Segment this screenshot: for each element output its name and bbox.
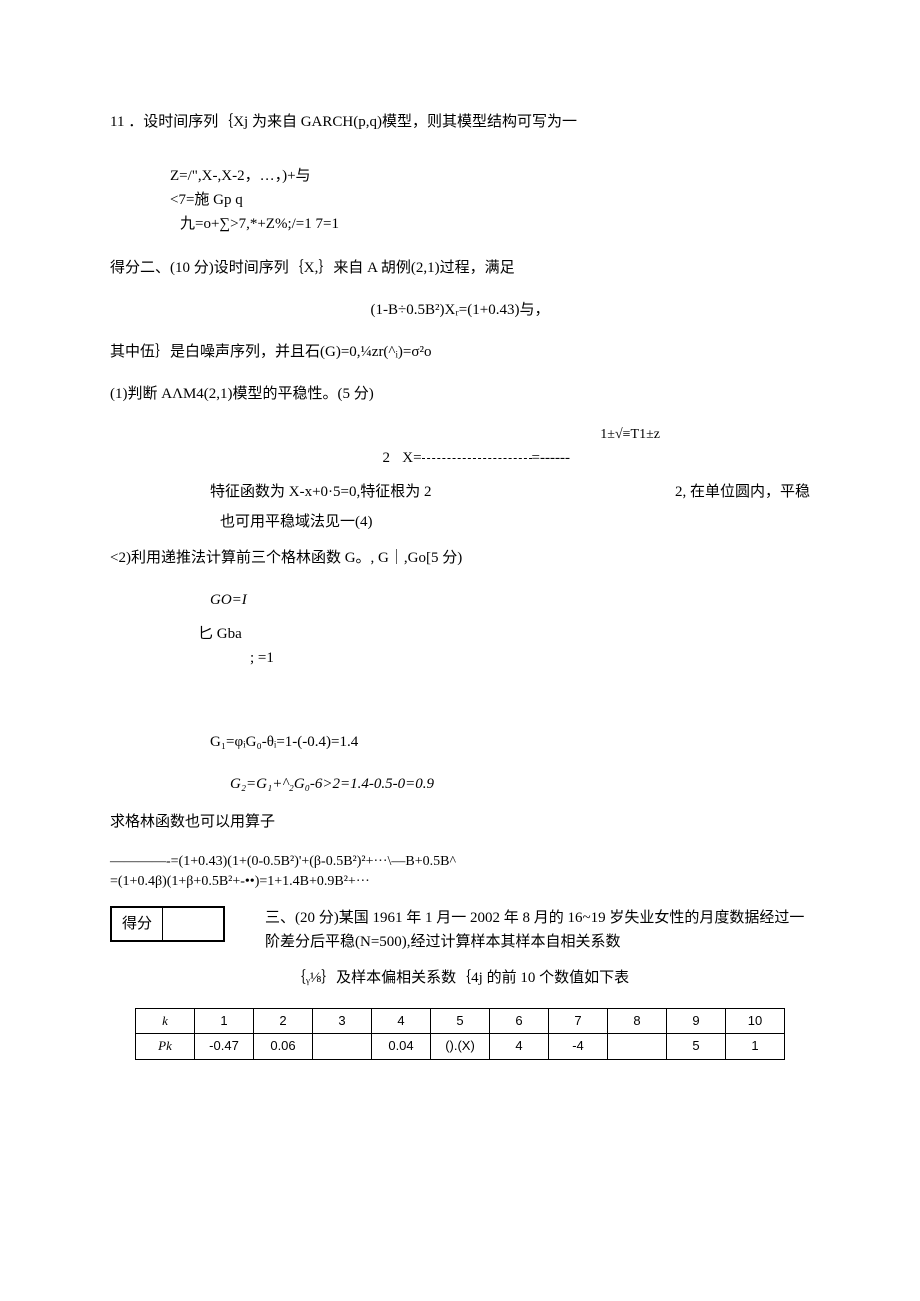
cell-8 <box>608 1034 667 1060</box>
g2-line: G₂=G₁+^₂G₀-6>2=1.4-0.5-0=0.9 <box>230 772 810 796</box>
question-3-text2: ｛ᵧ⅛｝及样本偏相关系数｛4j 的前 10 个数值如下表 <box>110 966 810 990</box>
cell-10: 1 <box>726 1034 785 1060</box>
table-data-row: Pk -0.47 0.06 0.04 ().(X) 4 -4 5 1 <box>136 1034 785 1060</box>
operator-line1: ————-=(1+0.43)(1+(0-0.5B²)'+(β-0.5B²)²+·… <box>110 852 810 872</box>
th-5: 5 <box>431 1008 490 1034</box>
char-right: 2, 在单位圆内，平稳 <box>675 480 810 504</box>
g1-line: G₁=φᵢG₀-θᵢ=1-(-0.4)=1.4 <box>210 730 810 754</box>
th-1: 1 <box>195 1008 254 1034</box>
char-left: 特征函数为 X-x+0·5=0,特征根为 2 <box>210 480 432 504</box>
frac-line-1 <box>422 458 532 459</box>
th-k: k <box>136 1008 195 1034</box>
cell-1: -0.47 <box>195 1034 254 1060</box>
char-note: 也可用平稳域法见一(4) <box>220 510 810 534</box>
th-4: 4 <box>372 1008 431 1034</box>
cell-4: 0.04 <box>372 1034 431 1060</box>
char-top: 1±√≡T1±z <box>210 424 810 446</box>
geq1-line: ; =1 <box>250 646 810 670</box>
char-x-prefix: X= <box>402 450 421 466</box>
table-header-row: k 1 2 3 4 5 6 7 8 9 10 <box>136 1008 785 1034</box>
coefficient-table: k 1 2 3 4 5 6 7 8 9 10 Pk -0.47 0.06 0.0… <box>135 1008 785 1061</box>
q11-line1: Z=/",X-,X-2，…，)+与 <box>170 164 810 188</box>
score-label: 得分 <box>112 907 163 940</box>
th-8: 8 <box>608 1008 667 1034</box>
g0-line: GO=I <box>210 588 810 612</box>
char-num2: 2 <box>210 446 390 470</box>
q11-line2: <7=施 Gp q <box>170 188 810 212</box>
char-eq-sign: = <box>532 450 540 466</box>
question-2-part2: <2)利用递推法计算前三个格林函数 G。, G｜,Go[5 分) <box>110 546 810 570</box>
th-3: 3 <box>313 1008 372 1034</box>
gba-line: 匕 Gba <box>198 622 810 646</box>
cell-5: ().(X) <box>431 1034 490 1060</box>
question-11-prompt: 11 ．设时间序列｛Xj 为来自 GARCH(p,q)模型，则其模型结构可写为一 <box>110 110 810 134</box>
cell-9: 5 <box>667 1034 726 1060</box>
cell-7: -4 <box>549 1034 608 1060</box>
question-2-intro: 得分二、(10 分)设时间序列｛X,｝来自 A 胡例(2,1)过程，满足 <box>110 256 810 280</box>
th-10: 10 <box>726 1008 785 1034</box>
cell-3 <box>313 1034 372 1060</box>
question-2-equation: (1-B÷0.5B²)Xᵣ=(1+0.43)与， <box>110 298 810 322</box>
operator-line2: =(1+0.4β)(1+β+0.5B²+-••)=1+1.4B+0.9B²+··… <box>110 872 810 892</box>
question-2-part1: (1)判断 AΛM4(2,1)模型的平稳性。(5 分) <box>110 382 810 406</box>
question-2-noise: 其中伍｝是白噪声序列，并且石(G)=0,¼zr(^ᵢ)=σ²o <box>110 340 810 364</box>
cell-6: 4 <box>490 1034 549 1060</box>
th-2: 2 <box>254 1008 313 1034</box>
cell-2: 0.06 <box>254 1034 313 1060</box>
q11-line3: 九=o+∑>7,*+Z%;/=1 7=1 <box>180 212 810 236</box>
operator-intro: 求格林函数也可以用算子 <box>110 810 810 834</box>
th-6: 6 <box>490 1008 549 1034</box>
question-3-text1: 三、(20 分)某国 1961 年 1 月一 2002 年 8 月的 16~19… <box>265 910 804 950</box>
char-dash: ------ <box>540 450 570 466</box>
th-7: 7 <box>549 1008 608 1034</box>
th-9: 9 <box>667 1008 726 1034</box>
row-label: Pk <box>136 1034 195 1060</box>
score-value-blank <box>163 907 224 940</box>
score-box: 得分 <box>110 906 225 942</box>
